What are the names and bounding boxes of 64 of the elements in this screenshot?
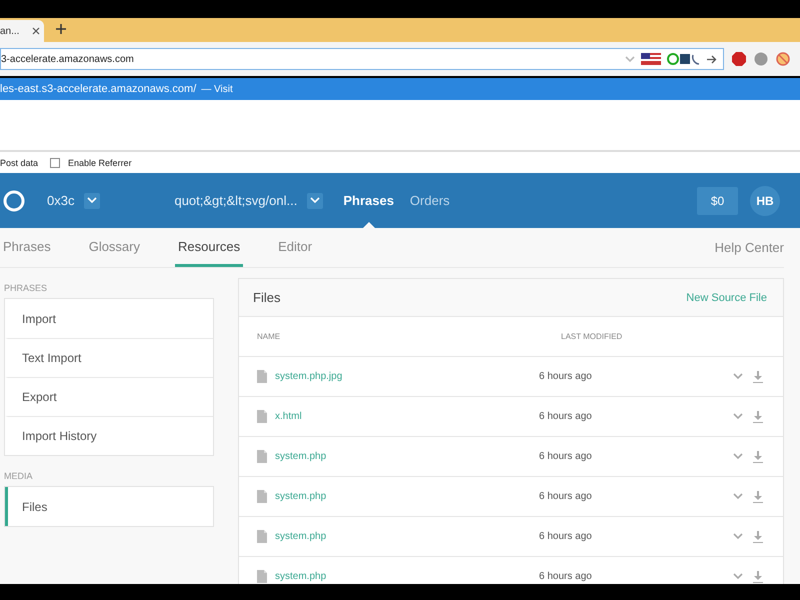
- address-field[interactable]: 3-accelerate.amazonaws.com: [0, 48, 724, 70]
- locale-dropdown[interactable]: [307, 192, 324, 208]
- browser-tab[interactable]: an...: [0, 20, 44, 42]
- file-icon: [257, 450, 267, 463]
- section-title: MEDIA: [4, 470, 34, 483]
- chevron-down-icon: [733, 493, 743, 500]
- modified-cell-text: 6 hours ago: [539, 571, 593, 582]
- sidebar-item[interactable]: Text Import: [5, 338, 213, 377]
- sidebar-item[interactable]: Import History: [5, 416, 213, 455]
- section-title: PHRASES: [4, 282, 48, 295]
- sub-tab[interactable]: Glossary: [86, 228, 143, 267]
- project-dropdown[interactable]: [84, 192, 100, 208]
- suggestion-url: les-east.s3-accelerate.amazonaws.com/: [0, 83, 196, 95]
- dropdown-icon: [625, 56, 635, 62]
- checkbox-label: Enable Referrer: [68, 158, 132, 168]
- sidebar-item[interactable]: Import: [5, 299, 213, 338]
- column-header: NAME: [257, 332, 282, 341]
- chevron-down-icon: [87, 197, 98, 204]
- new-source-file-link[interactable]: New Source File: [686, 292, 767, 304]
- arrow-right-icon[interactable]: [707, 54, 717, 64]
- sidebar-item[interactable]: Export: [5, 377, 213, 416]
- sub-tab[interactable]: Resources: [175, 228, 244, 267]
- checkbox[interactable]: [50, 158, 60, 168]
- help-center-link[interactable]: Help Center: [714, 240, 784, 255]
- visit-label: — Visit: [201, 84, 233, 94]
- file-icon: [257, 530, 267, 543]
- project-name: 0x3c: [47, 193, 74, 208]
- chevron-down-icon: [310, 197, 320, 204]
- file-link[interactable]: system.php: [257, 570, 539, 583]
- sub-tab[interactable]: Editor: [275, 228, 316, 267]
- nav-tab[interactable]: Orders: [402, 173, 458, 228]
- file-icon: [257, 410, 267, 423]
- chevron-down-icon: [733, 453, 743, 460]
- file-icon: [257, 490, 267, 503]
- column-header: LAST MODIFIED: [561, 332, 622, 341]
- url-suggestion[interactable]: les-east.s3-accelerate.amazonaws.com/ — Visit: [0, 78, 800, 100]
- logo-icon[interactable]: [3, 190, 25, 212]
- file-link[interactable]: system.php: [257, 490, 539, 503]
- chevron-down-icon: [733, 413, 743, 420]
- card-title: Files: [253, 290, 280, 305]
- modified-cell-text: 6 hours ago: [539, 531, 593, 542]
- avatar[interactable]: HB: [750, 186, 780, 216]
- post-data-label: Post data: [0, 158, 38, 168]
- file-link[interactable]: system.php.jpg: [257, 370, 539, 383]
- chevron-down-icon: [733, 533, 743, 540]
- sub-tab[interactable]: Phrases: [0, 228, 54, 267]
- file-link[interactable]: system.php: [257, 530, 539, 543]
- modified-cell-text: 6 hours ago: [539, 411, 593, 422]
- modified-cell-text: 6 hours ago: [539, 451, 593, 462]
- flag-icon[interactable]: [641, 53, 661, 65]
- sidebar-item[interactable]: Files: [5, 487, 213, 526]
- extension-icons-drawing[interactable]: [667, 53, 701, 65]
- locale-name: quot;&gt;&lt;svg/onl...: [174, 193, 298, 208]
- file-icon: [257, 370, 267, 383]
- chevron-down-icon: [733, 573, 743, 580]
- modified-cell-text: 6 hours ago: [539, 371, 593, 382]
- file-link[interactable]: x.html: [257, 410, 539, 423]
- chevron-down-icon: [733, 373, 743, 380]
- balance-button[interactable]: $0: [697, 186, 738, 214]
- modified-cell-text: 6 hours ago: [539, 491, 593, 502]
- adblock-icon[interactable]: [732, 52, 746, 66]
- blocked-icon[interactable]: [776, 52, 790, 66]
- file-link[interactable]: system.php: [257, 450, 539, 463]
- close-icon[interactable]: [32, 27, 40, 35]
